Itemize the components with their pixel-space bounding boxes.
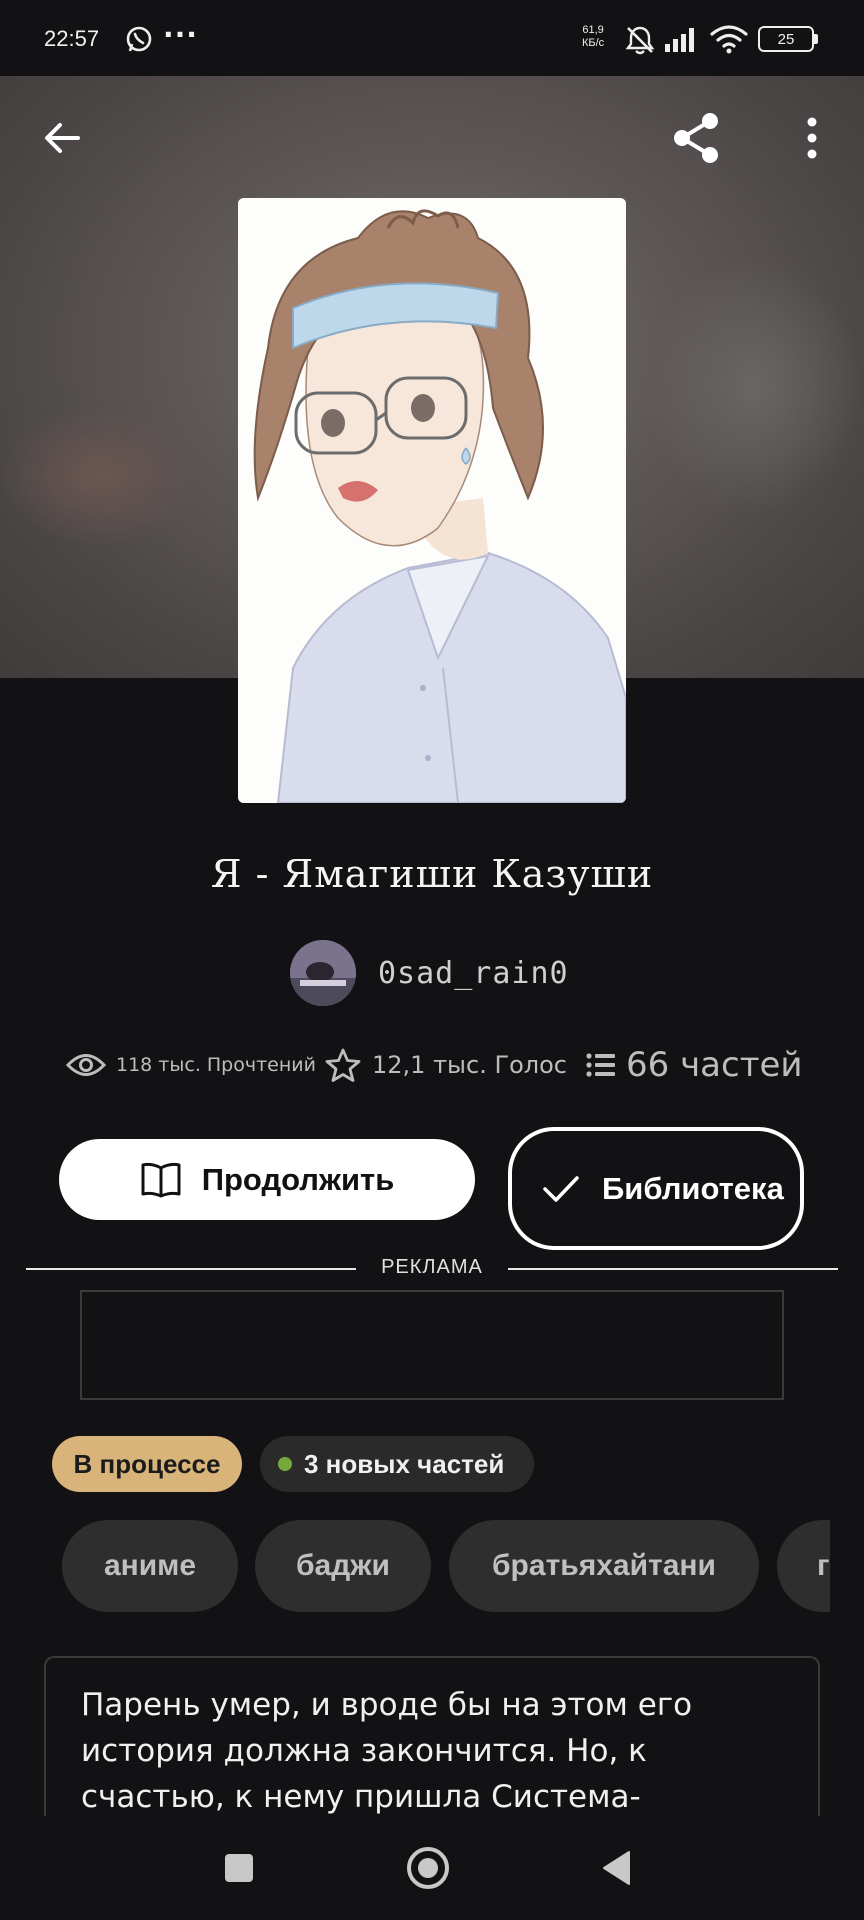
- speed-value: 61,9: [582, 24, 604, 36]
- story-description[interactable]: Парень умер, и вроде бы на этом его исто…: [44, 1656, 820, 1816]
- library-label: Библиотека: [602, 1171, 784, 1206]
- status-time: 22:57: [44, 26, 100, 51]
- author-link[interactable]: 0sad_rain0: [290, 938, 569, 1008]
- ad-slot[interactable]: [80, 1290, 784, 1400]
- back-nav-button[interactable]: [589, 1840, 645, 1896]
- tag-label: г: [817, 1549, 830, 1582]
- more-options-button[interactable]: [784, 110, 840, 166]
- recents-button[interactable]: [211, 1840, 267, 1896]
- circle-home-icon: [407, 1847, 449, 1889]
- continue-label: Продолжить: [201, 1161, 395, 1197]
- votes-count: 12,1 тыс. Голос: [372, 1051, 567, 1079]
- reads-count: 118 тыс. Прочтений: [116, 1054, 316, 1076]
- ad-label: РЕКЛАМА: [381, 1256, 483, 1278]
- list-icon: [586, 1053, 615, 1077]
- back-button[interactable]: [34, 110, 90, 166]
- reads-stat: 118 тыс. Прочтений: [66, 1040, 316, 1090]
- battery-level: 25: [777, 30, 795, 48]
- whatsapp-icon: [126, 26, 152, 52]
- share-button[interactable]: [668, 110, 724, 166]
- square-icon: [225, 1854, 253, 1882]
- votes-stat: 12,1 тыс. Голос: [324, 1040, 567, 1090]
- status-more-icon: ···: [163, 18, 198, 51]
- story-cover[interactable]: [238, 198, 626, 803]
- hero-blur: [644, 256, 864, 516]
- battery-icon: 25: [758, 26, 814, 52]
- parts-count: 66 частей: [626, 1045, 803, 1085]
- avatar[interactable]: [290, 940, 356, 1006]
- avatar-image: [290, 940, 356, 1006]
- tag-label: баджи: [296, 1549, 390, 1582]
- star-icon: [325, 1048, 361, 1082]
- checkmark-icon: [543, 1175, 579, 1202]
- tag-chip[interactable]: братьяхайтани: [449, 1520, 759, 1612]
- network-speed: 61,9 КБ/с: [582, 24, 604, 50]
- tag-label: аниме: [103, 1549, 197, 1582]
- status-badge: В процессе: [52, 1436, 242, 1492]
- description-text: Парень умер, и вроде бы на этом его исто…: [81, 1687, 693, 1815]
- new-indicator-dot: [278, 1457, 292, 1471]
- signal-icon: [665, 28, 694, 52]
- arrow-left-icon: [45, 123, 80, 153]
- tag-chip[interactable]: баджи: [255, 1520, 431, 1612]
- status-bar: 22:57 ··· 61,9 КБ/с 25: [0, 0, 864, 76]
- cover-illustration: [238, 198, 626, 803]
- tag-chip[interactable]: аниме: [62, 1520, 238, 1612]
- new-parts-badge: 3 новых частей: [260, 1436, 534, 1492]
- more-vertical-icon: [807, 117, 817, 159]
- tag-label: братьяхайтани: [492, 1549, 716, 1582]
- status-badge-label: В процессе: [73, 1448, 221, 1479]
- tag-chip[interactable]: г: [777, 1520, 830, 1612]
- book-open-icon: [141, 1162, 181, 1197]
- bell-off-icon: [625, 26, 655, 55]
- tag-list: аниме баджи братьяхайтани г: [62, 1520, 830, 1612]
- author-name[interactable]: 0sad_rain0: [378, 956, 569, 991]
- hero-blur: [0, 406, 200, 546]
- battery-tip: [814, 34, 818, 44]
- eye-icon: [66, 1054, 106, 1076]
- speed-unit: КБ/с: [582, 37, 605, 49]
- parts-stat[interactable]: 66 частей: [586, 1040, 803, 1090]
- library-button[interactable]: Библиотека: [508, 1127, 804, 1250]
- wifi-icon: [710, 25, 748, 54]
- new-parts-label: 3 новых частей: [304, 1448, 505, 1479]
- share-icon: [674, 113, 718, 163]
- story-title: Я - Ямагиши Казуши: [210, 852, 654, 896]
- home-button[interactable]: [400, 1840, 456, 1896]
- system-navigation-bar: [0, 1816, 864, 1920]
- triangle-back-icon: [603, 1851, 630, 1885]
- continue-reading-button[interactable]: Продолжить: [59, 1139, 475, 1220]
